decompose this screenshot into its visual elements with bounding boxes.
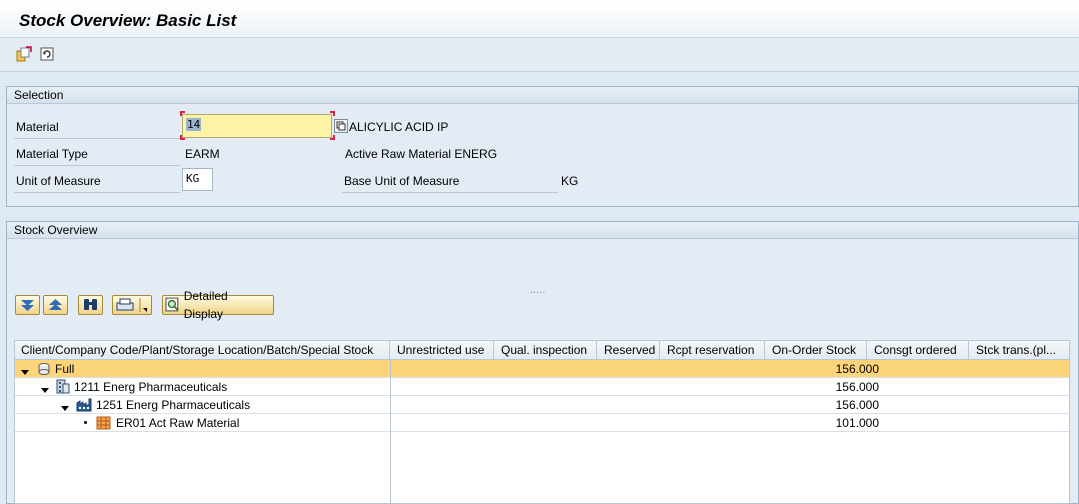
select-icon[interactable] — [16, 46, 32, 62]
table-row[interactable]: 1211 Energ Pharmaceuticals 156.000 — [15, 378, 1069, 396]
detailed-display-label: Detailed Display — [183, 289, 228, 321]
material-type-label: Material Type — [16, 147, 88, 161]
tree-node-label: ER01 Act Raw Material — [116, 416, 240, 430]
detailed-display-button[interactable]: Detailed Display — [162, 289, 274, 321]
magnifier-icon — [165, 297, 179, 312]
column-header-consgt-ordered[interactable]: Consgt ordered — [868, 341, 969, 360]
material-field-value: 14 — [186, 118, 202, 131]
on-order-value: 156.000 — [835, 380, 879, 394]
material-type-underline — [14, 165, 180, 166]
on-order-value: 156.000 — [835, 362, 879, 376]
column-header-reserved[interactable]: Reserved — [598, 341, 660, 360]
base-uom-value: KG — [561, 174, 579, 188]
table-row[interactable]: 1251 Energ Pharmaceuticals 156.000 — [15, 396, 1069, 414]
on-order-value: 101.000 — [835, 416, 879, 430]
uom-label-underline — [14, 192, 180, 193]
focus-corner-bl — [180, 135, 185, 140]
binoculars-icon — [84, 299, 97, 310]
material-type-description: Active Raw Material ENERG — [345, 147, 498, 161]
collapse-all-button[interactable] — [43, 295, 68, 315]
splitter-handle[interactable]: ..... — [530, 283, 545, 297]
application-toolbar — [0, 38, 1079, 72]
table-row[interactable]: Full 156.000 — [15, 360, 1069, 378]
uom-field[interactable]: KG — [182, 168, 213, 191]
material-label-underline — [14, 138, 180, 139]
column-header-rcpt-reservation[interactable]: Rcpt reservation — [661, 341, 765, 360]
material-description: ALICYLIC ACID IP — [349, 120, 449, 134]
selection-group: Selection — [6, 86, 1079, 207]
column-header-qual-inspection[interactable]: Qual. inspection — [495, 341, 597, 360]
tree-node-label: 1251 Energ Pharmaceuticals — [96, 398, 251, 412]
focus-corner-tl — [180, 111, 185, 116]
column-header-hierarchy[interactable]: Client/Company Code/Plant/Storage Locati… — [15, 341, 390, 360]
value-help-icon[interactable] — [334, 119, 348, 133]
uom-label: Unit of Measure — [16, 174, 101, 188]
refresh-icon[interactable] — [39, 46, 55, 62]
base-uom-label: Base Unit of Measure — [344, 174, 460, 188]
collapse-all-icon — [49, 299, 62, 310]
print-button[interactable] — [112, 295, 152, 315]
title-bar: Stock Overview: Basic List — [0, 0, 1079, 38]
leaf-bullet-icon — [84, 421, 87, 424]
base-uom-underline — [342, 192, 558, 193]
material-field[interactable]: 14 — [182, 114, 332, 138]
table-row[interactable]: ER01 Act Raw Material 101.000 — [15, 414, 1069, 432]
expand-arrow-icon[interactable] — [41, 383, 49, 397]
column-header-on-order[interactable]: On-Order Stock — [766, 341, 867, 360]
storage-location-icon — [96, 416, 111, 433]
page-title: Stock Overview: Basic List — [19, 11, 237, 30]
on-order-value: 156.000 — [835, 398, 879, 412]
stock-overview-title: Stock Overview — [7, 222, 1078, 239]
table-header: Client/Company Code/Plant/Storage Locati… — [15, 341, 1069, 360]
client-icon — [37, 362, 51, 379]
printer-icon — [116, 298, 147, 312]
column-divider — [390, 360, 391, 504]
expand-arrow-icon[interactable] — [21, 365, 29, 379]
expand-arrow-icon[interactable] — [61, 401, 69, 415]
stock-tree-table: Client/Company Code/Plant/Storage Locati… — [14, 340, 1070, 504]
focus-corner-tr — [330, 111, 335, 116]
find-button[interactable] — [78, 295, 103, 315]
material-label: Material — [16, 120, 59, 134]
column-header-unrestricted[interactable]: Unrestricted use — [391, 341, 494, 360]
column-header-stck-trans[interactable]: Stck trans.(pl... — [970, 341, 1069, 360]
material-type-value: EARM — [185, 147, 220, 161]
expand-all-icon — [21, 300, 34, 311]
tree-node-label: 1211 Energ Pharmaceuticals — [74, 380, 228, 394]
focus-corner-br — [330, 135, 335, 140]
selection-group-title: Selection — [7, 87, 1078, 104]
expand-all-button[interactable] — [15, 295, 40, 315]
company-code-icon — [56, 379, 70, 397]
plant-icon — [76, 398, 92, 415]
tree-node-label: Full — [55, 362, 75, 376]
